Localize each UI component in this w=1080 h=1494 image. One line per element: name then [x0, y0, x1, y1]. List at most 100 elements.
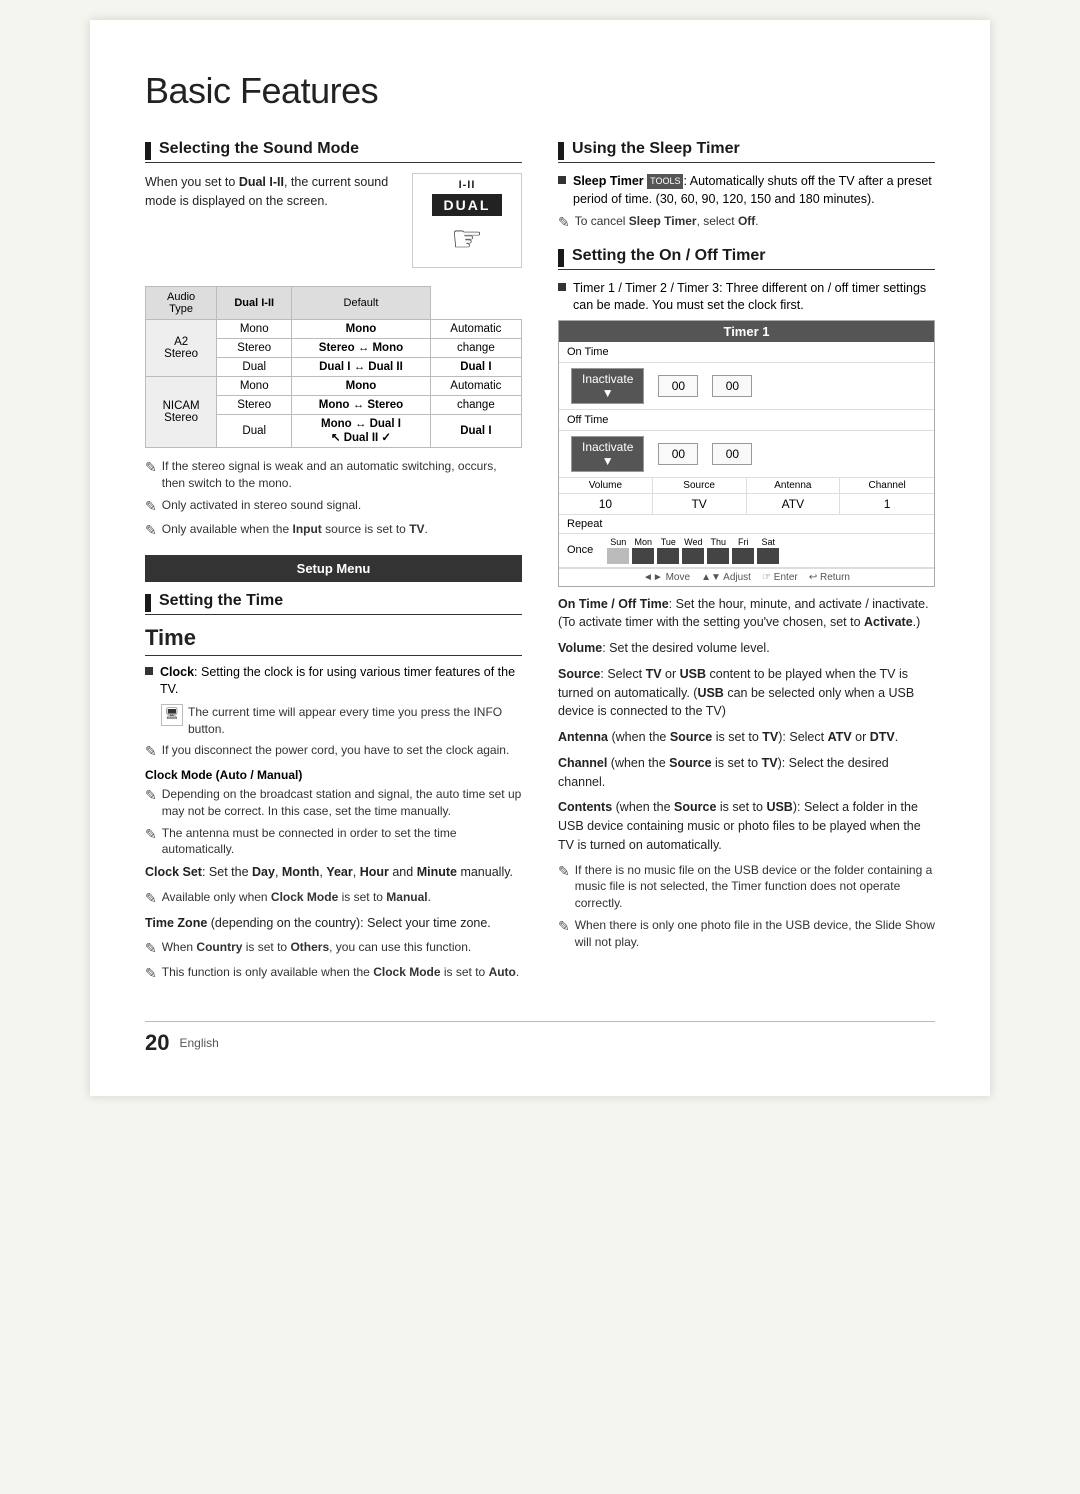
off-inactivate: Inactivate▼	[571, 436, 644, 472]
left-column: Selecting the Sound Mode I-II DUAL ☞ Whe…	[145, 140, 522, 997]
day-fri-label: Fri	[738, 537, 749, 547]
info-note-text: The current time will appear every time …	[188, 704, 522, 738]
note-icon-5: ✎	[145, 786, 157, 806]
day-wed: Wed	[682, 537, 704, 564]
dual-stereo: Stereo ↔ Mono	[292, 339, 430, 358]
dual-mono-stereo: Mono ↔ Stereo	[292, 396, 430, 415]
dual-mono2: Mono	[292, 377, 430, 396]
day-sat-box	[757, 548, 779, 564]
page-title: Basic Features	[145, 70, 935, 112]
days-row: Sun Mon Tue Wed	[607, 537, 779, 564]
note-icon-9: ✎	[145, 964, 157, 984]
day-sat: Sat	[757, 537, 779, 564]
note-icon-6: ✎	[145, 825, 157, 845]
tz-note-2: ✎ This function is only available when t…	[145, 964, 522, 984]
vsac-values-row: 10 TV ATV 1	[559, 494, 934, 515]
hand-icon: ☞	[451, 218, 483, 260]
timer-header: Timer 1	[559, 321, 934, 342]
clock-note-1: ✎ If you disconnect the power cord, you …	[145, 742, 522, 762]
section-bar-4	[558, 249, 564, 267]
day-fri: Fri	[732, 537, 754, 564]
volume-val: 10	[559, 494, 653, 514]
channel-header: Channel	[840, 478, 934, 493]
type-group-nicam: NICAMStereo	[146, 377, 217, 448]
right-column: Using the Sleep Timer Sleep Timer TOOLS:…	[558, 140, 935, 997]
sound-note-3: ✎ Only available when the Input source i…	[145, 521, 522, 541]
day-mon-label: Mon	[635, 537, 653, 547]
page-lang: English	[179, 1036, 218, 1050]
vsac-header-row: Volume Source Antenna Channel	[559, 478, 934, 494]
clock-note-1-text: If you disconnect the power cord, you ha…	[162, 742, 522, 759]
sleep-note-1: ✎ To cancel Sleep Timer, select Off.	[558, 213, 935, 233]
dual-box: DUAL	[432, 194, 503, 216]
clock-set-text: Clock Set: Set the Day, Month, Year, Hou…	[145, 863, 522, 882]
section-sound-mode-header: Selecting the Sound Mode	[145, 140, 522, 163]
note-icon-2: ✎	[145, 497, 157, 517]
on-minute: 00	[712, 375, 752, 397]
timer-bullet-text: Timer 1 / Timer 2 / Timer 3: Three diffe…	[573, 280, 935, 315]
clock-mode-header: Clock Mode (Auto / Manual)	[145, 768, 522, 782]
audio-table: AudioType Dual I-II Default A2Stereo Mon…	[145, 286, 522, 448]
sound-note-2: ✎ Only activated in stereo sound signal.	[145, 497, 522, 517]
type-mono: Mono	[217, 320, 292, 339]
table-row: NICAMStereo Mono Mono Automatic	[146, 377, 522, 396]
channel-desc: Channel (when the Source is set to TV): …	[558, 754, 935, 792]
repeat-row: Repeat	[559, 515, 934, 534]
clock-note-2: ✎ Depending on the broadcast station and…	[145, 786, 522, 820]
day-sat-label: Sat	[762, 537, 776, 547]
day-fri-box	[732, 548, 754, 564]
sleep-note-text: To cancel Sleep Timer, select Off.	[575, 213, 935, 230]
day-sun-box	[607, 548, 629, 564]
timer-note-2-text: When there is only one photo file in the…	[575, 917, 935, 951]
sound-note-1-text: If the stereo signal is weak and an auto…	[162, 458, 522, 492]
note-icon-10: ✎	[558, 213, 570, 233]
page-footer: 20 English	[145, 1021, 935, 1056]
on-time-row: Inactivate▼ 00 00	[559, 363, 934, 410]
setup-menu-box: Setup Menu	[145, 555, 522, 582]
dual-image: I-II DUAL ☞	[412, 173, 522, 268]
day-sun-label: Sun	[610, 537, 626, 547]
note-icon-4: ✎	[145, 742, 157, 762]
section-bar-3	[558, 142, 564, 160]
default-change2: change	[430, 396, 521, 415]
info-note: 🖥 The current time will appear every tim…	[161, 704, 522, 738]
tz-note-1: ✎ When Country is set to Others, you can…	[145, 939, 522, 959]
contents-desc: Contents (when the Source is set to USB)…	[558, 798, 935, 854]
sound-note-2-text: Only activated in stereo sound signal.	[162, 497, 522, 514]
timer-box: Timer 1 On Time Inactivate▼ 00 00 Off Ti…	[558, 320, 935, 587]
timer-note-1-text: If there is no music file on the USB dev…	[575, 862, 935, 912]
section-time-header: Setting the Time	[145, 592, 522, 615]
antenna-desc: Antenna (when the Source is set to TV): …	[558, 728, 935, 747]
type-mono2: Mono	[217, 377, 292, 396]
dual-mono: Mono	[292, 320, 430, 339]
default-dual-i2: Dual I	[430, 415, 521, 448]
time-title: Time	[145, 625, 522, 656]
clock-note-4: ✎ Available only when Clock Mode is set …	[145, 889, 522, 909]
bullet-sq-2	[558, 176, 566, 184]
note-icon-11: ✎	[558, 862, 570, 882]
clock-note-4-text: Available only when Clock Mode is set to…	[162, 889, 522, 906]
table-row: A2Stereo Mono Mono Automatic	[146, 320, 522, 339]
off-minute: 00	[712, 443, 752, 465]
off-time-label-row: Off Time	[559, 410, 934, 431]
info-icon: 🖥	[161, 704, 183, 726]
day-wed-box	[682, 548, 704, 564]
timer-note-1: ✎ If there is no music file on the USB d…	[558, 862, 935, 912]
tz-note-1-text: When Country is set to Others, you can u…	[162, 939, 522, 956]
antenna-header: Antenna	[747, 478, 841, 493]
note-icon-12: ✎	[558, 917, 570, 937]
off-hour: 00	[658, 443, 698, 465]
on-time-label-row: On Time	[559, 342, 934, 363]
source-header: Source	[653, 478, 747, 493]
note-icon-3: ✎	[145, 521, 157, 541]
section-bar	[145, 142, 151, 160]
time-section: Time Clock: Setting the clock is for usi…	[145, 625, 522, 984]
note-icon-1: ✎	[145, 458, 157, 478]
section-sleep-title: Using the Sleep Timer	[572, 140, 740, 162]
bullet-square	[145, 667, 153, 675]
col-audio-type: AudioType	[146, 287, 217, 320]
type-dual2: Dual	[217, 415, 292, 448]
on-off-time-desc: On Time / Off Time: Set the hour, minute…	[558, 595, 935, 633]
dual-mono-dual: Mono ↔ Dual I↖ Dual II ✓	[292, 415, 430, 448]
type-dual: Dual	[217, 358, 292, 377]
